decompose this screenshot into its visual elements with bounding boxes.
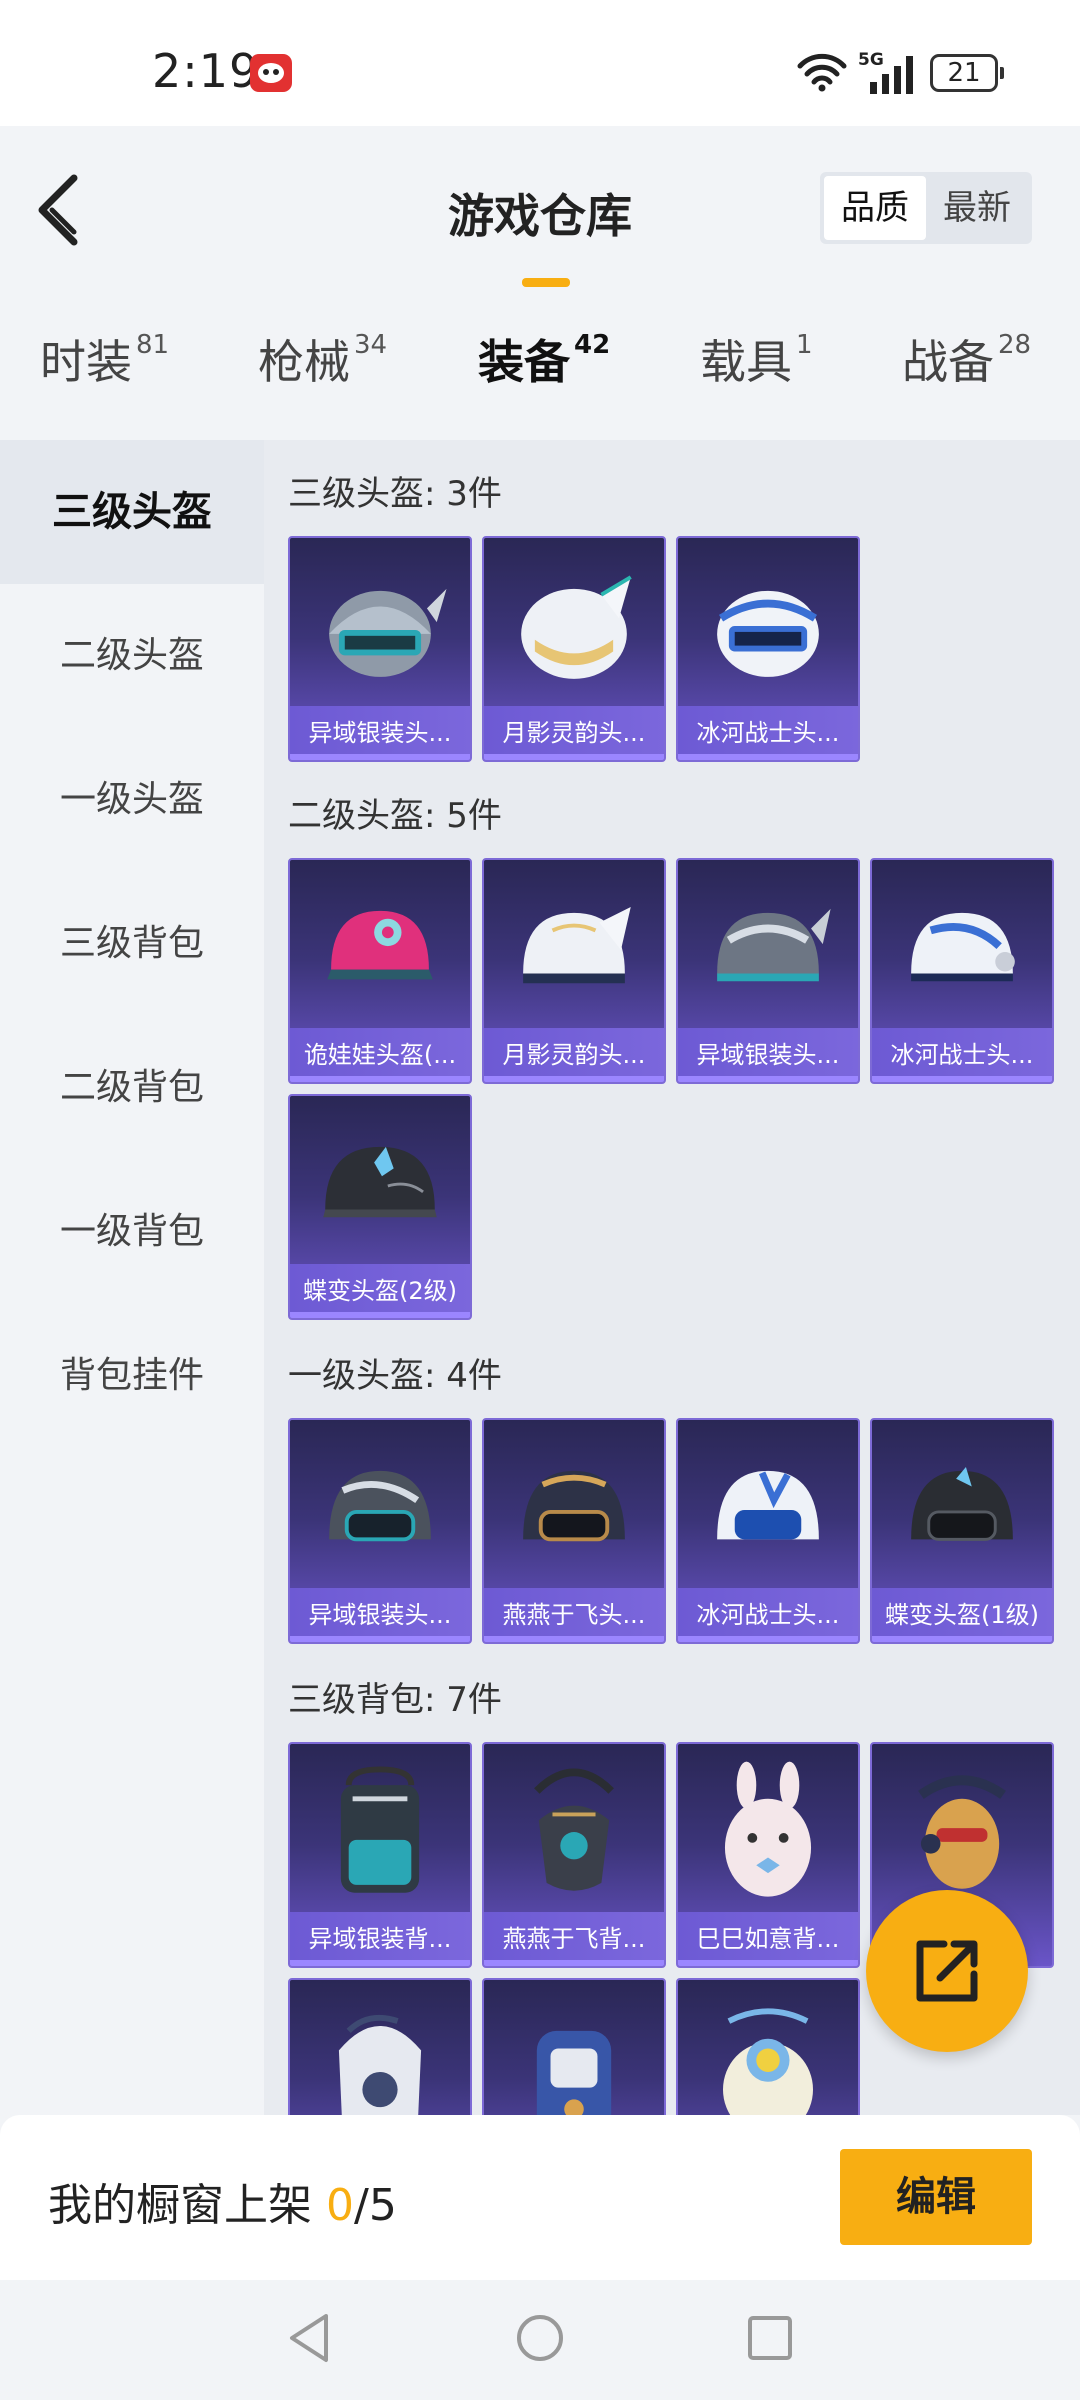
sort-option-newest[interactable]: 最新 bbox=[926, 176, 1028, 240]
item-card[interactable]: 燕燕于飞头... bbox=[482, 1418, 666, 1644]
status-time: 2:19 bbox=[152, 44, 260, 98]
share-external-icon bbox=[916, 1940, 978, 2002]
sidebar-item-level1-backpack[interactable]: 一级背包 bbox=[0, 1160, 264, 1304]
item-name: 蝶变头盔(2级) bbox=[290, 1264, 470, 1318]
backpack-white-icon bbox=[338, 2014, 422, 2115]
item-card[interactable]: 蝶变头盔(2级) bbox=[288, 1094, 472, 1320]
nav-recents-icon[interactable] bbox=[744, 2310, 794, 2366]
helmet-white-blue-icon bbox=[717, 1470, 819, 1540]
wifi-icon bbox=[797, 53, 847, 92]
item-card[interactable]: 异域银装头... bbox=[676, 858, 860, 1084]
item-name: 燕燕于飞头... bbox=[484, 1588, 664, 1642]
helmet-black-icon bbox=[911, 1466, 1013, 1541]
section-title: 一级头盔: 4件 bbox=[288, 1356, 502, 1396]
showcase-total: /5 bbox=[354, 2180, 397, 2231]
item-name: 巳巳如意背... bbox=[678, 1912, 858, 1966]
edit-button[interactable]: 编辑 bbox=[840, 2149, 1032, 2245]
item-card[interactable] bbox=[288, 1978, 472, 2115]
backpack-teal-icon bbox=[340, 1766, 420, 1893]
helmet-black-icon bbox=[323, 1146, 437, 1218]
item-card[interactable] bbox=[676, 1978, 860, 2115]
showcase-current-count: 0 bbox=[326, 2180, 354, 2231]
backpack-rabbit-icon bbox=[724, 1761, 812, 1897]
helmet-visor-icon bbox=[329, 588, 447, 677]
tab-fashion[interactable]: 时装 81 bbox=[40, 326, 169, 392]
helmet-white-gold-icon bbox=[523, 906, 631, 984]
item-name: 异域银装头... bbox=[678, 1028, 858, 1082]
active-tab-indicator bbox=[522, 278, 570, 287]
helmet-white-blue-icon bbox=[911, 912, 1015, 982]
item-name: 月影灵韵头... bbox=[484, 1028, 664, 1082]
item-name: 冰河战士头... bbox=[678, 706, 858, 760]
sidebar-item-level1-helmet[interactable]: 一级头盔 bbox=[0, 728, 264, 872]
item-card[interactable]: 巳巳如意背... bbox=[676, 1742, 860, 1968]
helmet-visor-blue-icon bbox=[717, 590, 819, 677]
category-tabs: 时装 81 枪械 34 装备 42 载具 1 战备 28 bbox=[0, 326, 1080, 426]
tab-firearms[interactable]: 枪械 34 bbox=[258, 326, 387, 392]
item-card[interactable]: 燕燕于飞背... bbox=[482, 1742, 666, 1968]
showcase-bar: 我的橱窗上架 0/5 编辑 bbox=[0, 2115, 1080, 2280]
item-name: 异域银装头... bbox=[290, 1588, 470, 1642]
status-bar: 2:19 5G 21 bbox=[0, 0, 1080, 126]
item-card[interactable]: 异域银装头... bbox=[288, 1418, 472, 1644]
sort-option-quality[interactable]: 品质 bbox=[824, 176, 926, 240]
sidebar-item-level3-helmet[interactable]: 三级头盔 bbox=[0, 440, 264, 584]
backpack-blue-icon bbox=[536, 2030, 612, 2115]
item-card[interactable] bbox=[482, 1978, 666, 2115]
backpack-dark-icon bbox=[534, 1768, 614, 1891]
backpack-mascot-icon bbox=[918, 1775, 1006, 1889]
system-nav-bar bbox=[0, 2280, 1080, 2400]
signal-icon bbox=[870, 56, 913, 94]
app-notification-icon bbox=[250, 54, 292, 92]
item-name: 冰河战士头... bbox=[872, 1028, 1052, 1082]
helmet-white-gold-icon bbox=[521, 575, 632, 679]
item-card[interactable]: 异域银装背... bbox=[288, 1742, 472, 1968]
showcase-status: 我的橱窗上架 0/5 bbox=[48, 2180, 397, 2231]
section-title: 三级头盔: 3件 bbox=[288, 474, 502, 514]
battery-icon: 21 bbox=[930, 54, 1004, 92]
sidebar-item-level2-backpack[interactable]: 二级背包 bbox=[0, 1016, 264, 1160]
item-grid-panel: 三级头盔: 3件 异域银装头... 月影灵韵头... 冰河战士头... 二级头盔… bbox=[264, 440, 1080, 2115]
item-card[interactable]: 蝶变头盔(1级) bbox=[870, 1418, 1054, 1644]
section-title: 二级头盔: 5件 bbox=[288, 796, 502, 836]
backpack-fish-icon bbox=[723, 2008, 813, 2115]
item-card[interactable]: 月影灵韵头... bbox=[482, 536, 666, 762]
sidebar-item-level3-backpack[interactable]: 三级背包 bbox=[0, 872, 264, 1016]
item-name: 诡娃娃头盔(... bbox=[290, 1028, 470, 1082]
nav-back-icon[interactable] bbox=[284, 2310, 334, 2366]
item-name: 异域银装头... bbox=[290, 706, 470, 760]
item-name: 蝶变头盔(1级) bbox=[872, 1588, 1052, 1642]
helmet-dark-gold-icon bbox=[523, 1470, 625, 1542]
sort-toggle: 品质 最新 bbox=[820, 172, 1032, 244]
tab-equipment[interactable]: 装备 42 bbox=[478, 326, 610, 392]
category-sidebar: 三级头盔 二级头盔 一级头盔 三级背包 二级背包 一级背包 背包挂件 bbox=[0, 440, 264, 2115]
item-name: 异域银装背... bbox=[290, 1912, 470, 1966]
item-name: 月影灵韵头... bbox=[484, 706, 664, 760]
helmet-silver-icon bbox=[329, 1470, 431, 1542]
section-title: 三级背包: 7件 bbox=[288, 1680, 502, 1720]
item-name: 冰河战士头... bbox=[678, 1588, 858, 1642]
item-card[interactable]: 异域银装头... bbox=[288, 536, 472, 762]
sidebar-item-backpack-charm[interactable]: 背包挂件 bbox=[0, 1304, 264, 1448]
item-card[interactable]: 冰河战士头... bbox=[676, 536, 860, 762]
item-name: 燕燕于飞背... bbox=[484, 1912, 664, 1966]
sidebar-item-level2-helmet[interactable]: 二级头盔 bbox=[0, 584, 264, 728]
item-card[interactable]: 诡娃娃头盔(... bbox=[288, 858, 472, 1084]
helmet-pink-icon bbox=[327, 910, 433, 980]
helmet-silver-icon bbox=[717, 908, 831, 982]
item-card[interactable]: 冰河战士头... bbox=[676, 1418, 860, 1644]
item-card[interactable]: 冰河战士头... bbox=[870, 858, 1054, 1084]
item-card[interactable]: 月影灵韵头... bbox=[482, 858, 666, 1084]
nav-home-icon[interactable] bbox=[514, 2310, 566, 2366]
share-button[interactable] bbox=[866, 1890, 1028, 2052]
tab-vehicles[interactable]: 载具 1 bbox=[700, 326, 813, 392]
tab-battle-prep[interactable]: 战备 28 bbox=[902, 326, 1031, 392]
